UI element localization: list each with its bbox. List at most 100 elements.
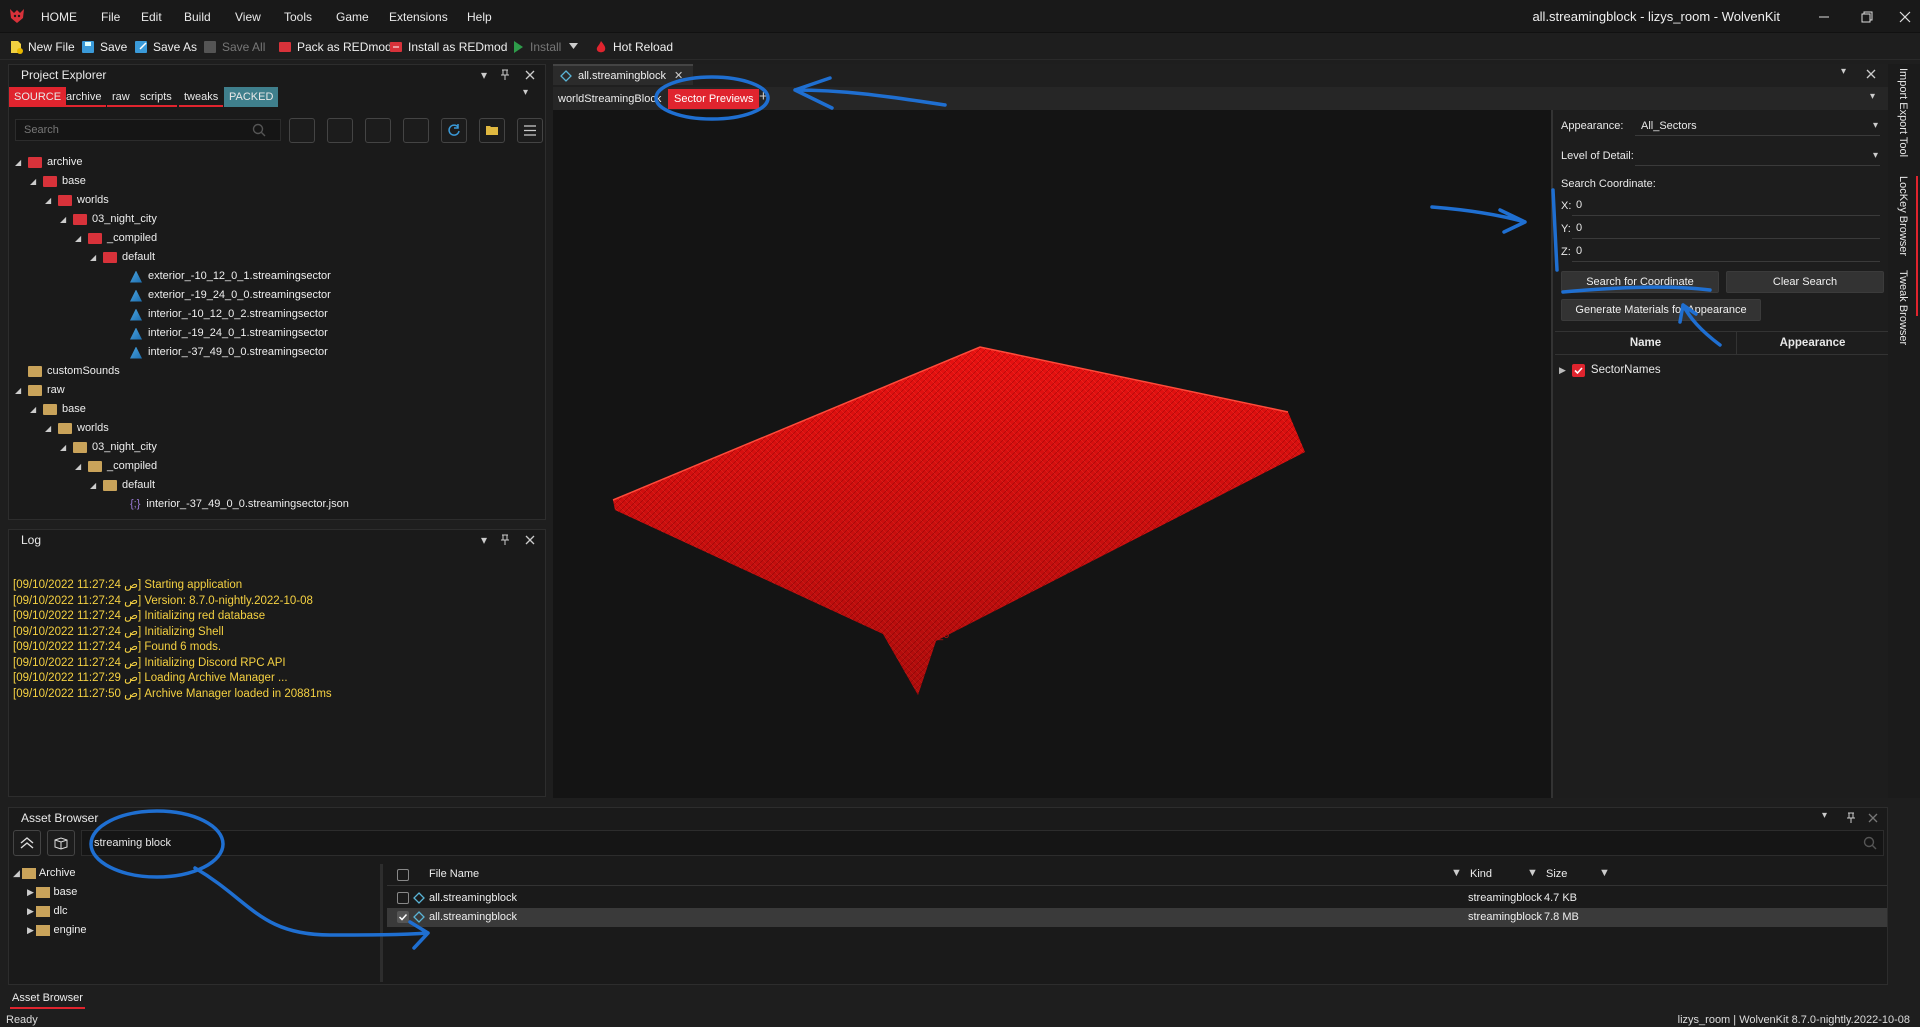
tabs-dropdown-icon[interactable]: ▾ [523,87,528,98]
tab-archive[interactable]: archive [61,87,107,107]
asset-tree-dlc[interactable]: ▶ dlc [27,902,68,921]
tree-item[interactable]: ◢ raw [9,381,545,400]
expand-caret-icon[interactable]: ▶ [1559,365,1566,376]
tree-item[interactable]: ◢ 03_night_city [9,210,545,229]
lod-select[interactable]: ▾ [1635,146,1880,166]
tree-caret-icon[interactable] [105,348,127,358]
row-checkbox[interactable] [397,892,409,904]
tree-caret-icon[interactable]: ◢ [90,253,100,263]
y-input[interactable]: 0 [1572,218,1880,239]
minimize-icon[interactable] [1813,6,1835,28]
mod-browser-button[interactable] [47,830,75,856]
tree-item[interactable]: ◢ default [9,476,545,495]
search-input[interactable]: Search [15,119,281,141]
filter-icon[interactable]: ▼ [1451,867,1462,879]
asset-tree-archive[interactable]: ◢ Archive [13,864,76,883]
menu-button[interactable] [517,118,543,143]
menu-edit[interactable]: Edit [141,7,162,27]
asset-tree-base[interactable]: ▶ base [27,883,77,902]
log-close-icon[interactable] [524,534,536,546]
expand-all-button[interactable] [327,118,353,143]
tree-caret-icon[interactable]: ◢ [45,196,55,206]
tree-item[interactable]: ◢ base [9,400,545,419]
navigate-up-button[interactable] [13,830,41,856]
tab-raw[interactable]: raw [107,87,135,107]
x-input[interactable]: 0 [1572,195,1880,216]
appearance-select[interactable]: All_Sectors ▾ [1635,116,1880,136]
tree-item[interactable]: ◢ default [9,248,545,267]
tree-caret-icon[interactable]: ◢ [30,405,40,415]
install-button[interactable]: Install [511,37,561,56]
ab-close-icon[interactable] [1867,812,1879,824]
column-kind[interactable]: Kind [1470,865,1492,884]
tree-item[interactable]: exterior_-19_24_0_0.streamingsector [9,286,545,305]
tree-caret-icon[interactable]: ◢ [75,462,85,472]
tree-caret-icon[interactable]: ◢ [90,481,100,491]
tab-tweaks[interactable]: tweaks [179,87,224,107]
refresh-button[interactable] [441,118,467,143]
generate-materials-button[interactable]: Generate Materials for Appearance [1561,299,1761,321]
ab-pin-icon[interactable] [1845,812,1857,824]
save-all-button[interactable]: Save All [203,37,265,56]
menu-build[interactable]: Build [184,7,211,27]
menu-help[interactable]: Help [467,7,492,27]
select-all-checkbox[interactable] [397,869,409,881]
column-name[interactable]: Name [1555,332,1737,354]
tree-item[interactable]: ◢ _compiled [9,229,545,248]
search-coordinate-button[interactable]: Search for Coordinate [1561,271,1719,293]
panel-menu-icon[interactable]: ▾ [477,67,491,83]
tab-source[interactable]: SOURCE [9,87,67,107]
tree-item[interactable]: ◢ worlds [9,419,545,438]
tab-worldstreamingblock[interactable]: worldStreamingBlock [558,89,668,109]
install-redmod-button[interactable]: Install as REDmod [389,37,507,56]
collapse-all-button[interactable] [289,118,315,143]
tree-caret-icon[interactable] [105,291,127,301]
add-tab-icon[interactable]: + [759,88,768,105]
bottom-tab-asset-browser[interactable]: Asset Browser [10,989,85,1009]
tree-caret-icon[interactable]: ◢ [45,424,55,434]
doc-tab-close-icon[interactable]: ✕ [674,69,683,82]
tree-caret-icon[interactable] [105,329,127,339]
tree-item[interactable]: exterior_-10_12_0_1.streamingsector [9,267,545,286]
tree-item[interactable]: {;} interior_-37_49_0_0.streamingsector.j… [9,495,545,514]
asset-search-input[interactable]: streaming block [81,830,1884,856]
menu-home[interactable]: HOME [41,7,77,27]
asset-tree-engine[interactable]: ▶ engine [27,921,87,940]
tree-caret-icon[interactable] [105,272,127,282]
tree-caret-icon[interactable] [15,367,25,377]
log-menu-icon[interactable]: ▾ [477,532,491,548]
menu-extensions[interactable]: Extensions [389,7,448,27]
editor-menu-icon[interactable]: ▾ [1841,66,1846,77]
side-tab-tweak[interactable]: Tweak Browser [1897,270,1909,390]
tree-item[interactable]: interior_-37_49_0_0.streamingsector [9,343,545,362]
tree-item[interactable]: interior_-10_12_0_2.streamingsector [9,305,545,324]
hot-reload-button[interactable]: Hot Reload [594,37,673,56]
side-tab-import-export[interactable]: Import Export Tool [1897,68,1909,168]
pin-icon[interactable] [499,69,511,81]
tree-item[interactable]: ◢ archive [9,153,545,172]
close-icon[interactable] [1894,6,1916,28]
filter-icon[interactable]: ▼ [1527,867,1538,879]
tree-item[interactable]: ◢ worlds [9,191,545,210]
menu-view[interactable]: View [235,7,261,27]
column-appearance[interactable]: Appearance [1737,332,1888,354]
tab-scripts[interactable]: scripts [135,87,177,107]
editor-close-icon[interactable] [1865,68,1877,80]
z-input[interactable]: 0 [1572,241,1880,262]
subtab-dropdown-icon[interactable]: ▾ [1870,91,1875,102]
pack-redmod-button[interactable]: Pack as REDmod [278,37,392,56]
tree-caret-icon[interactable]: ◢ [75,234,85,244]
tab-packed[interactable]: PACKED [224,87,279,107]
tree-caret-icon[interactable]: ◢ [30,177,40,187]
filter-icon[interactable]: ▼ [1599,867,1610,879]
menu-tools[interactable]: Tools [284,7,312,27]
expand-children-button[interactable] [403,118,429,143]
collapse-children-button[interactable] [365,118,391,143]
clear-search-button[interactable]: Clear Search [1726,271,1884,293]
tree-caret-icon[interactable]: ◢ [15,386,25,396]
tree-item[interactable]: interior_-19_24_0_1.streamingsector [9,324,545,343]
tree-item[interactable]: customSounds [9,362,545,381]
tree-item[interactable]: ◢ base [9,172,545,191]
restore-icon[interactable] [1856,6,1878,28]
tab-sector-previews[interactable]: Sector Previews [668,89,760,109]
